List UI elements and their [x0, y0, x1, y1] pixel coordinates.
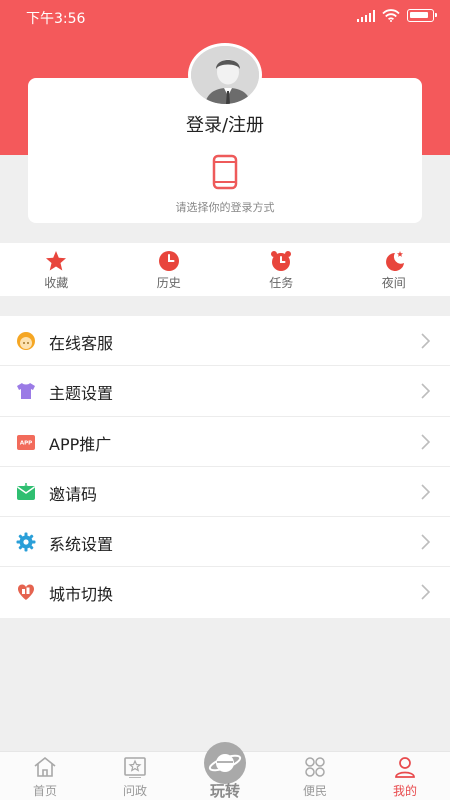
app-icon: APP: [17, 434, 35, 450]
envelope-icon: [17, 482, 35, 500]
home-icon: [34, 756, 56, 777]
chevron-right-icon: [421, 434, 430, 450]
quick-action-label: 夜间: [381, 276, 406, 290]
settings-menu: 在线客服 主题设置 APP APP推广 邀请码 系统设置 城市切换: [0, 316, 450, 618]
wifi-icon: [382, 9, 400, 22]
login-hint: 请选择你的登录方式: [175, 201, 275, 214]
login-register-title[interactable]: 登录/注册: [28, 111, 422, 137]
menu-item-app-promotion[interactable]: APP APP推广: [0, 417, 450, 467]
menu-item-label: 在线客服: [49, 334, 114, 353]
user-icon: [395, 757, 415, 778]
menu-item-label: 邀请码: [49, 484, 98, 504]
tab-home[interactable]: 首页: [0, 752, 90, 800]
chevron-right-icon: [421, 333, 430, 349]
quick-action-history[interactable]: 历史: [113, 243, 226, 296]
tab-explore[interactable]: 玩转: [180, 742, 270, 800]
tshirt-icon: [17, 383, 35, 400]
menu-item-label: APP推广: [49, 434, 112, 454]
quick-actions-row: 收藏 历史 任务 夜间: [0, 243, 450, 296]
tab-services[interactable]: 便民: [270, 752, 360, 800]
planet-icon: [208, 754, 242, 772]
signal-icon: [357, 9, 375, 22]
battery-icon: [407, 9, 437, 22]
tab-inquiry[interactable]: 问政: [90, 752, 180, 800]
quick-action-tasks[interactable]: 任务: [225, 243, 338, 296]
grid-icon: [305, 757, 325, 777]
menu-item-city-switch[interactable]: 城市切换: [0, 567, 450, 617]
tab-label: 便民: [302, 784, 327, 798]
quick-action-favorites[interactable]: 收藏: [0, 243, 113, 296]
menu-item-online-service[interactable]: 在线客服: [0, 316, 450, 367]
alarm-clock-icon: [271, 251, 292, 271]
menu-item-theme-settings[interactable]: 主题设置: [0, 366, 450, 417]
gear-icon: [16, 532, 36, 552]
menu-item-system-settings[interactable]: 系统设置: [0, 517, 450, 568]
chevron-right-icon: [421, 534, 430, 550]
svg-text:APP: APP: [20, 440, 32, 446]
status-time: 下午3:56: [26, 11, 86, 27]
planet-button[interactable]: [204, 742, 246, 784]
status-bar: 下午3:56: [0, 0, 450, 34]
phone-login-icon[interactable]: [211, 154, 239, 190]
tab-label: 首页: [32, 784, 57, 798]
chevron-right-icon: [421, 584, 430, 601]
tab-label: 问政: [122, 784, 147, 798]
tab-mine[interactable]: 我的: [360, 752, 450, 800]
status-icons: [357, 9, 437, 22]
quick-action-label: 收藏: [44, 276, 69, 290]
quick-action-label: 历史: [156, 276, 181, 290]
menu-item-label: 主题设置: [49, 384, 114, 404]
menu-item-invite-code[interactable]: 邀请码: [0, 467, 450, 518]
bottom-tab-bar: 首页 问政 玩转 便民 我的: [0, 742, 450, 800]
inquiry-icon: [124, 757, 146, 778]
menu-item-label: 系统设置: [49, 535, 114, 555]
city-switch-icon: [18, 585, 34, 601]
quick-action-night-mode[interactable]: 夜间: [338, 243, 450, 296]
tab-label: 玩转: [209, 782, 240, 800]
chevron-right-icon: [421, 484, 430, 500]
clock-icon: [158, 251, 179, 271]
moon-icon: [385, 251, 404, 271]
quick-action-label: 任务: [269, 276, 294, 290]
tab-label: 我的: [392, 784, 417, 798]
star-icon: [46, 251, 67, 271]
menu-item-label: 城市切换: [49, 585, 114, 605]
customer-service-icon: [17, 332, 35, 350]
avatar[interactable]: [188, 43, 262, 107]
chevron-right-icon: [421, 383, 430, 399]
